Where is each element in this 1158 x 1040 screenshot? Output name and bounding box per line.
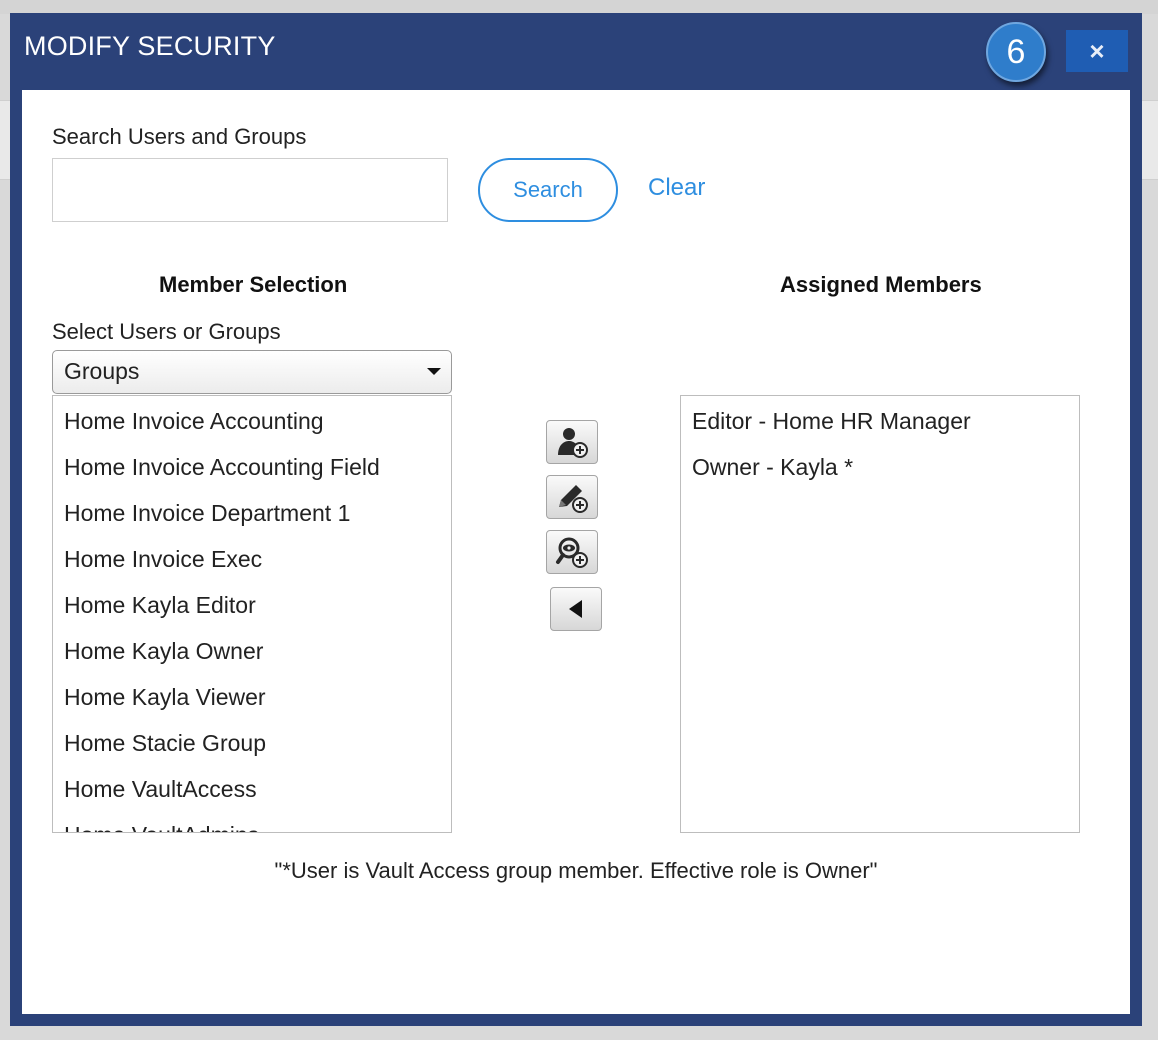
member-selection-heading: Member Selection xyxy=(159,272,348,297)
list-item[interactable]: Home Invoice Accounting Field xyxy=(53,446,451,492)
list-item[interactable]: Home Invoice Exec xyxy=(53,538,451,584)
list-item[interactable]: Owner - Kayla * xyxy=(681,447,1079,493)
add-editor-button[interactable] xyxy=(546,475,598,519)
add-viewer-icon xyxy=(556,537,588,568)
list-item[interactable]: Home Kayla Viewer xyxy=(53,676,451,722)
add-owner-button[interactable] xyxy=(546,420,598,464)
close-button[interactable]: × xyxy=(1066,30,1128,72)
search-input[interactable] xyxy=(52,158,448,222)
assigned-members-heading: Assigned Members xyxy=(780,272,982,297)
list-item[interactable]: Home Kayla Editor xyxy=(53,584,451,630)
dialog-body: Search Users and Groups Search Clear Mem… xyxy=(22,90,1130,1014)
list-item[interactable]: Home Stacie Group xyxy=(53,722,451,768)
add-user-icon xyxy=(558,428,588,458)
select-type-label: Select Users or Groups xyxy=(52,319,281,344)
remove-arrow-icon xyxy=(569,600,582,618)
clear-link[interactable]: Clear xyxy=(648,174,705,202)
step-number-badge: 6 xyxy=(986,22,1046,82)
search-label: Search Users and Groups xyxy=(52,124,307,149)
remove-member-button[interactable] xyxy=(550,587,602,631)
chevron-down-icon xyxy=(427,368,441,375)
list-item[interactable]: Editor - Home HR Manager xyxy=(681,401,1079,447)
page-background-top xyxy=(0,0,1158,14)
member-selection-list[interactable]: Home Invoice Accounting Home Invoice Acc… xyxy=(52,395,452,833)
select-value: Groups xyxy=(64,358,140,384)
close-icon: × xyxy=(1089,35,1105,66)
user-group-select[interactable]: Groups xyxy=(52,350,452,394)
add-editor-icon xyxy=(559,485,588,513)
footnote-text: "*User is Vault Access group member. Eff… xyxy=(274,858,878,883)
list-item[interactable]: Home VaultAccess xyxy=(53,768,451,814)
add-viewer-button[interactable] xyxy=(546,530,598,574)
list-item[interactable]: Home Kayla Owner xyxy=(53,630,451,676)
dialog-title: MODIFY SECURITY xyxy=(24,31,276,61)
list-item[interactable]: Home Invoice Accounting xyxy=(53,400,451,446)
search-button[interactable]: Search xyxy=(478,158,618,222)
modify-security-dialog: MODIFY SECURITY 6 × Search Users and Gro… xyxy=(10,13,1142,1026)
assigned-members-list[interactable]: Editor - Home HR Manager Owner - Kayla * xyxy=(680,395,1080,833)
list-item[interactable]: Home VaultAdmins xyxy=(53,814,451,832)
list-item[interactable]: Home Invoice Department 1 xyxy=(53,492,451,538)
